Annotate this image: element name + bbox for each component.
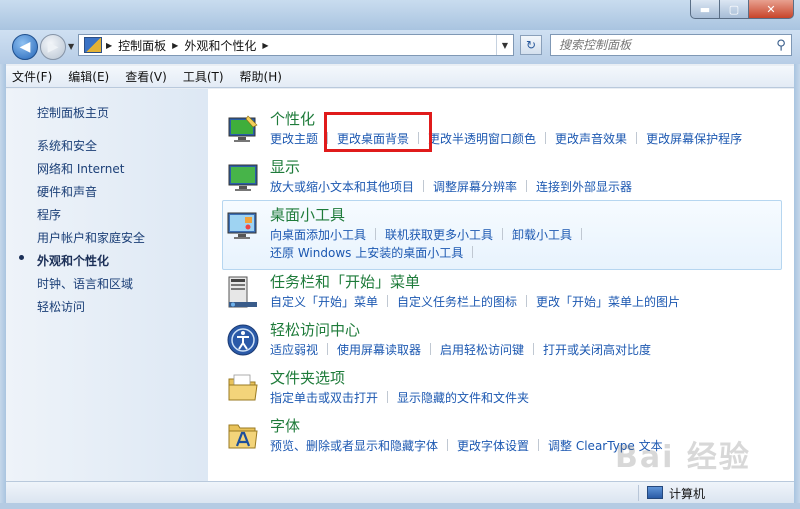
breadcrumb-appearance[interactable]: 外观和个性化 [178,37,262,54]
forward-arrow-icon: ▶ [47,39,59,55]
address-bar[interactable]: ▶ 控制面板 ▶ 外观和个性化 ▶ ▼ [78,34,514,56]
close-button[interactable]: ✕ [749,0,794,19]
link-high-contrast[interactable]: 打开或关闭高对比度 [543,343,651,357]
control-panel-icon [84,37,102,53]
sidebar-item-user-accounts[interactable]: 用户帐户和家庭安全 [37,229,145,246]
window-frame-right [794,64,800,509]
link-uninstall-gadget[interactable]: 卸载小工具 [512,228,572,242]
category-title-personalization[interactable]: 个性化 [270,108,315,129]
sidebar-item-system-security[interactable]: 系统和安全 [37,137,97,154]
link-change-theme[interactable]: 更改主题 [270,132,318,146]
sidebar: 控制面板主页 系统和安全 网络和 Internet 硬件和声音 程序 用户帐户和… [6,89,208,481]
link-low-vision[interactable]: 适应弱视 [270,343,318,357]
search-box[interactable]: ⚲ [550,34,792,56]
watermark-text: Bai 经验 [615,440,751,475]
link-external-display[interactable]: 连接到外部显示器 [536,180,632,194]
search-input[interactable] [551,37,771,53]
annotation-highlight-box [324,112,432,152]
menu-tools[interactable]: 工具(T) [183,68,224,85]
link-accessibility-keys[interactable]: 启用轻松访问键 [440,343,524,357]
status-bar: 计算机 [6,481,794,504]
category-title-ease-of-access[interactable]: 轻松访问中心 [270,319,360,340]
recent-pages-chevron-icon[interactable]: ▼ [68,42,74,51]
title-bar[interactable]: ▬ ▢ ✕ [0,0,800,30]
display-icon[interactable] [226,160,260,194]
link-customize-start-menu[interactable]: 自定义「开始」菜单 [270,295,378,309]
window-frame-bottom [0,503,800,509]
computer-icon [647,486,663,499]
menu-help[interactable]: 帮助(H) [240,68,282,85]
link-customize-taskbar-icons[interactable]: 自定义任务栏上的图标 [397,295,517,309]
menu-file[interactable]: 文件(F) [12,68,52,85]
link-single-double-click[interactable]: 指定单击或双击打开 [270,391,378,405]
link-show-hidden-files[interactable]: 显示隐藏的文件和文件夹 [397,391,529,405]
sidebar-item-home[interactable]: 控制面板主页 [37,104,109,121]
minimize-button[interactable]: ▬ [690,0,720,19]
fonts-icon[interactable] [226,419,260,453]
control-panel-window: ▬ ▢ ✕ ◀ ▶ ▼ ▶ 控制面板 ▶ 外观和个性化 ▶ ▼ ↻ ⚲ 文件(F… [0,0,800,509]
breadcrumb-control-panel[interactable]: 控制面板 [112,37,172,54]
forward-button[interactable]: ▶ [40,34,66,60]
link-change-screensaver[interactable]: 更改屏幕保护程序 [646,132,742,146]
category-title-fonts[interactable]: 字体 [270,415,300,436]
sidebar-item-programs[interactable]: 程序 [37,206,61,223]
link-restore-gadgets[interactable]: 还原 Windows 上安装的桌面小工具 [270,246,463,260]
breadcrumb-separator-icon[interactable]: ▶ [262,41,268,50]
back-button[interactable]: ◀ [12,34,38,60]
link-change-start-picture[interactable]: 更改「开始」菜单上的图片 [536,295,680,309]
link-preview-fonts[interactable]: 预览、删除或者显示和隐藏字体 [270,439,438,453]
taskbar-icon[interactable] [226,275,260,309]
ease-of-access-icon[interactable] [226,323,260,357]
category-title-folder-options[interactable]: 文件夹选项 [270,367,345,388]
folder-options-icon[interactable] [226,371,260,405]
link-change-font-settings[interactable]: 更改字体设置 [457,439,529,453]
sidebar-item-clock-language[interactable]: 时钟、语言和区域 [37,275,133,292]
category-title-display[interactable]: 显示 [270,156,300,177]
refresh-icon: ↻ [525,38,537,52]
back-arrow-icon: ◀ [19,39,31,55]
link-change-sound-effects[interactable]: 更改声音效果 [555,132,627,146]
personalization-icon[interactable] [226,112,260,146]
link-change-window-color[interactable]: 更改半透明窗口颜色 [428,132,536,146]
sidebar-item-appearance: 外观和个性化 [37,254,110,268]
search-icon[interactable]: ⚲ [771,38,791,53]
menu-bar: 文件(F) 编辑(E) 查看(V) 工具(T) 帮助(H) [0,66,800,88]
menu-view[interactable]: 查看(V) [125,68,167,85]
category-title-gadgets[interactable]: 桌面小工具 [270,204,345,225]
current-item-bullet-icon [19,255,24,260]
maximize-button[interactable]: ▢ [720,0,749,19]
link-text-size[interactable]: 放大或缩小文本和其他项目 [270,180,414,194]
sidebar-item-hardware[interactable]: 硬件和声音 [37,183,97,200]
link-get-more-gadgets[interactable]: 联机获取更多小工具 [385,228,493,242]
navigation-bar: ◀ ▶ ▼ ▶ 控制面板 ▶ 外观和个性化 ▶ ▼ ↻ ⚲ [0,30,800,64]
menu-edit[interactable]: 编辑(E) [68,68,109,85]
refresh-button[interactable]: ↻ [520,35,542,55]
category-title-taskbar[interactable]: 任务栏和「开始」菜单 [270,271,420,292]
sidebar-item-network[interactable]: 网络和 Internet [37,160,124,177]
status-location: 计算机 [669,487,706,501]
link-screen-reader[interactable]: 使用屏幕读取器 [337,343,421,357]
address-dropdown-icon[interactable]: ▼ [496,35,513,55]
sidebar-item-ease-of-access[interactable]: 轻松访问 [37,298,85,315]
link-screen-resolution[interactable]: 调整屏幕分辨率 [433,180,517,194]
gadgets-icon[interactable] [226,208,260,242]
status-separator [638,485,639,501]
baidu-watermark: Bai 经验 [615,420,765,480]
link-add-gadgets[interactable]: 向桌面添加小工具 [270,228,366,242]
